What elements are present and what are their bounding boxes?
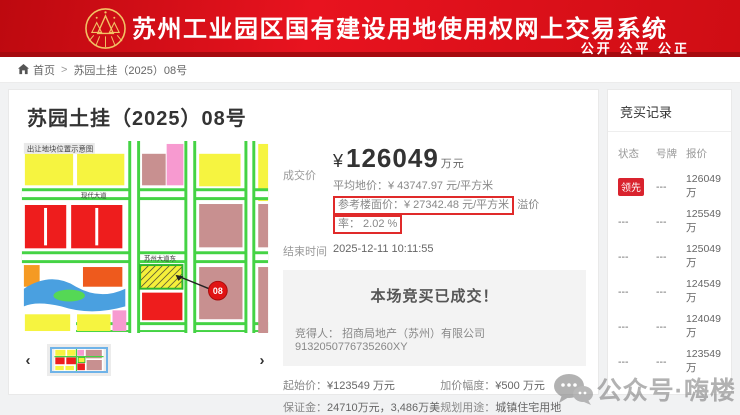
thumbnail-next-arrow[interactable]: › [255, 352, 269, 369]
bid-row: 领先 ---126049 万 [608, 169, 731, 204]
bid-record-title: 竞买记录 [608, 90, 731, 132]
parcel-marker-label: 08 [213, 286, 223, 296]
bid-record-panel: 竞买记录 状态号牌报价 领先 ---126049 万 ------125549 … [607, 89, 732, 395]
end-time-value: 2025-12-11 10:11:55 [333, 243, 434, 259]
bid-record-table: 状态号牌报价 领先 ---126049 万 ------125549 万 ---… [608, 132, 731, 379]
auction-result-banner: 本场竞买已成交！ 竞得人： 招商局地产（苏州）有限公司9132050776735… [283, 270, 586, 366]
leading-badge: 领先 [618, 178, 644, 196]
map-road-top-label: 现代大道 [81, 191, 107, 200]
breadcrumb-separator: > [61, 64, 67, 76]
premium-rate-annotation: 率： 2.02 % [333, 215, 402, 234]
price-detail-lines: 平均地价：¥ 43747.97 元/平方米 参考楼面价：¥ 27342.48 元… [333, 177, 586, 234]
ref-floor-price-annotation: 参考楼面价：¥ 27342.48 元/平方米 [333, 196, 514, 215]
breadcrumb-home-link[interactable]: 首页 [18, 62, 55, 78]
winner-line: 竞得人： 招商局地产（苏州）有限公司9132050776735260XY [295, 325, 574, 353]
avg-price-label: 平均地价： [333, 180, 388, 192]
site-logo-icon [84, 7, 127, 50]
site-slogan: 公开 公平 公正 [581, 38, 690, 57]
end-time-label: 结束时间 [283, 243, 333, 259]
field-increment: 加价幅度：¥500 万元 [440, 377, 586, 393]
field-planned-use: 规划用途：城镇住宅用地 [440, 399, 586, 415]
field-start-price: 起始价：¥123549 万元 [283, 377, 440, 393]
app-header: 苏州工业园区国有建设用地使用权网上交易系统 公开 公平 公正 [0, 0, 740, 57]
page-title: 苏园土挂（2025）08号 [27, 102, 586, 131]
map-thumbnail-strip: ‹ [21, 343, 269, 377]
end-time-row: 结束时间 2025-12-11 10:11:55 [283, 243, 586, 259]
avg-price-value: ¥ 43747.97 元/平方米 [388, 180, 493, 192]
parcel-location-map: 08 出让地块位置示意图 现代大道 苏州大道东 [21, 141, 269, 333]
bid-table-header: 状态号牌报价 [608, 140, 731, 169]
map-road-middle-label: 苏州大道东 [144, 254, 176, 263]
field-deposit: 保证金：24710万元，3,486万美元 [283, 399, 440, 415]
map-column: 08 出让地块位置示意图 现代大道 苏州大道东 ‹ [21, 141, 269, 415]
thumbnail-prev-arrow[interactable]: ‹ [21, 352, 35, 369]
bid-row: ------125049 万 [608, 239, 731, 274]
deal-price-value: ¥126049万元 [333, 143, 586, 174]
map-thumbnail[interactable] [50, 347, 108, 373]
premium-prefix: 溢价 [517, 199, 539, 211]
bid-row: ------123549 万 [608, 344, 731, 379]
listing-fields: 起始价：¥123549 万元 加价幅度：¥500 万元 保证金：24710万元，… [283, 377, 586, 415]
deal-price-row: 成交价 ¥126049万元 平均地价：¥ 43747.97 元/平方米 参考楼面… [283, 143, 586, 234]
content-area: 苏园土挂（2025）08号 [0, 83, 740, 401]
deal-price-label: 成交价 [283, 143, 333, 234]
bid-row: ------125549 万 [608, 204, 731, 239]
deal-info-column: 成交价 ¥126049万元 平均地价：¥ 43747.97 元/平方米 参考楼面… [283, 141, 586, 415]
breadcrumb-current: 苏园土挂（2025）08号 [73, 62, 187, 78]
map-caption: 出让地块位置示意图 [27, 144, 93, 153]
bid-row: ------124549 万 [608, 274, 731, 309]
bid-row: ------124049 万 [608, 309, 731, 344]
breadcrumb: 首页 > 苏园土挂（2025）08号 [0, 57, 740, 83]
winner-label: 竞得人： [295, 328, 339, 340]
result-banner-text: 本场竞买已成交！ [295, 285, 574, 306]
home-icon [18, 64, 29, 75]
listing-panel: 苏园土挂（2025）08号 [8, 89, 599, 395]
